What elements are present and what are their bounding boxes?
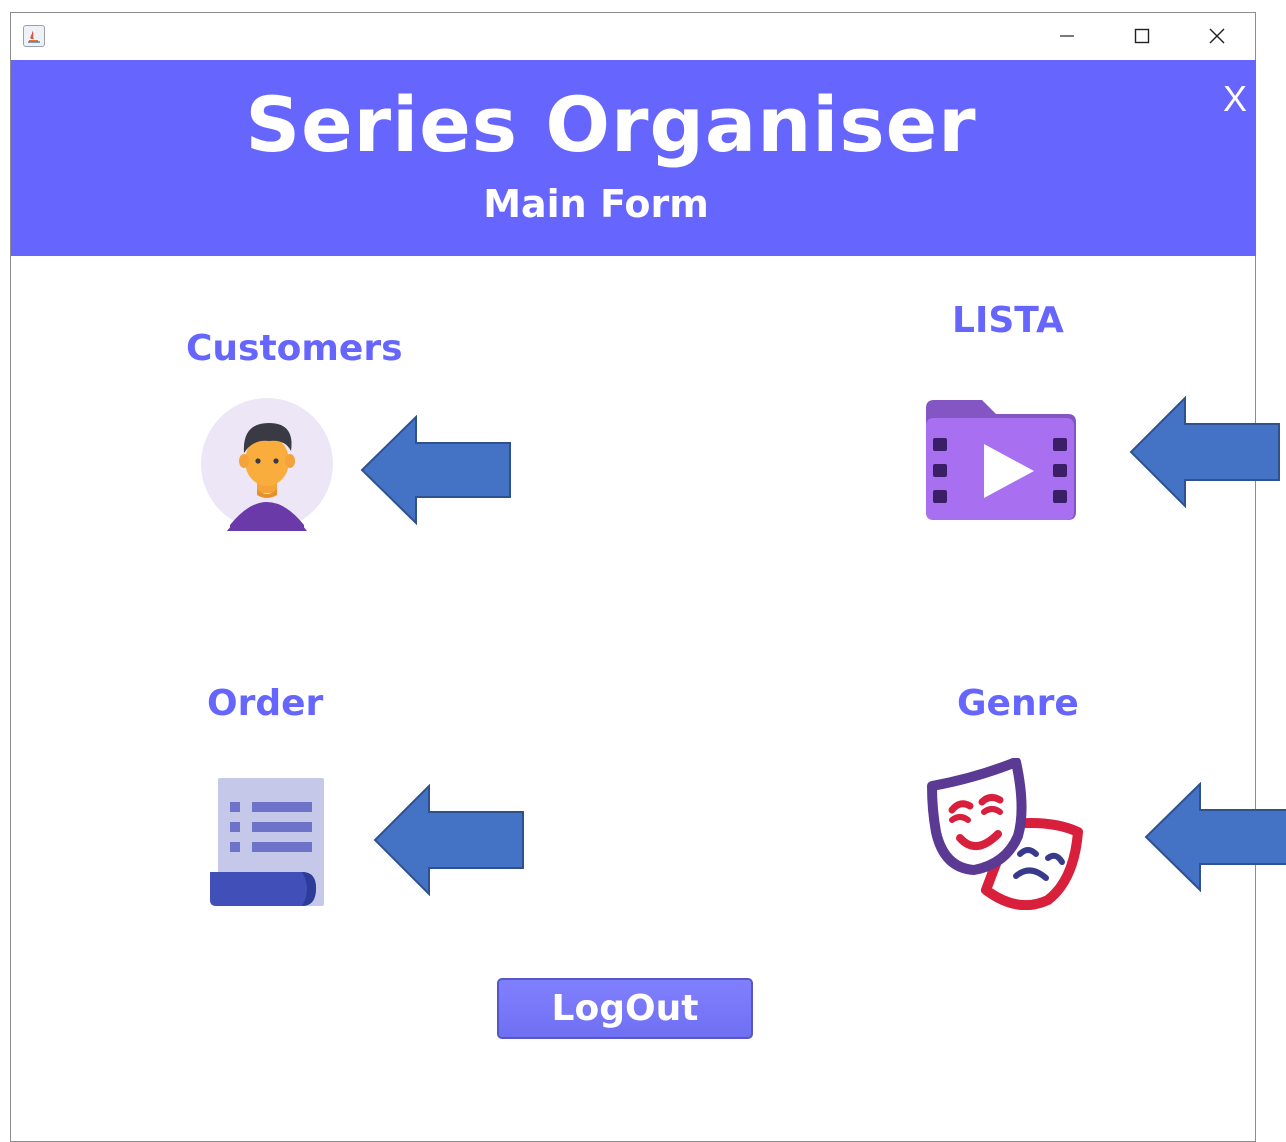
lista-button[interactable] [922, 398, 1078, 528]
close-icon [1209, 28, 1225, 44]
java-app-icon [23, 25, 45, 47]
title-bar [11, 13, 1255, 60]
lista-label: LISTA [952, 300, 1064, 341]
theater-masks-icon [927, 757, 1083, 911]
genre-button[interactable] [924, 757, 1084, 914]
order-label: Order [207, 683, 324, 724]
customers-label: Customers [186, 328, 403, 369]
order-button[interactable] [208, 776, 328, 914]
header-close-button[interactable]: X [1223, 78, 1247, 120]
app-subtitle: Main Form [483, 182, 709, 226]
close-window-button[interactable] [1194, 19, 1240, 53]
customers-button[interactable] [200, 397, 334, 535]
video-folder-icon [926, 400, 1076, 520]
order-arrow [373, 784, 524, 896]
genre-arrow [1144, 782, 1286, 892]
lista-arrow [1129, 396, 1280, 508]
main-window: Series Organiser Main Form X [10, 12, 1256, 1142]
user-avatar-icon [201, 398, 333, 531]
customers-arrow [360, 415, 511, 525]
minimize-button[interactable] [1044, 19, 1090, 53]
genre-label: Genre [957, 683, 1079, 724]
maximize-button[interactable] [1119, 19, 1165, 53]
list-document-icon [210, 778, 324, 906]
app-title: Series Organiser [245, 80, 977, 169]
logout-button[interactable]: LogOut [497, 978, 753, 1039]
minimize-icon [1060, 35, 1074, 37]
header-banner: Series Organiser Main Form X [11, 60, 1256, 256]
maximize-icon [1134, 28, 1150, 44]
